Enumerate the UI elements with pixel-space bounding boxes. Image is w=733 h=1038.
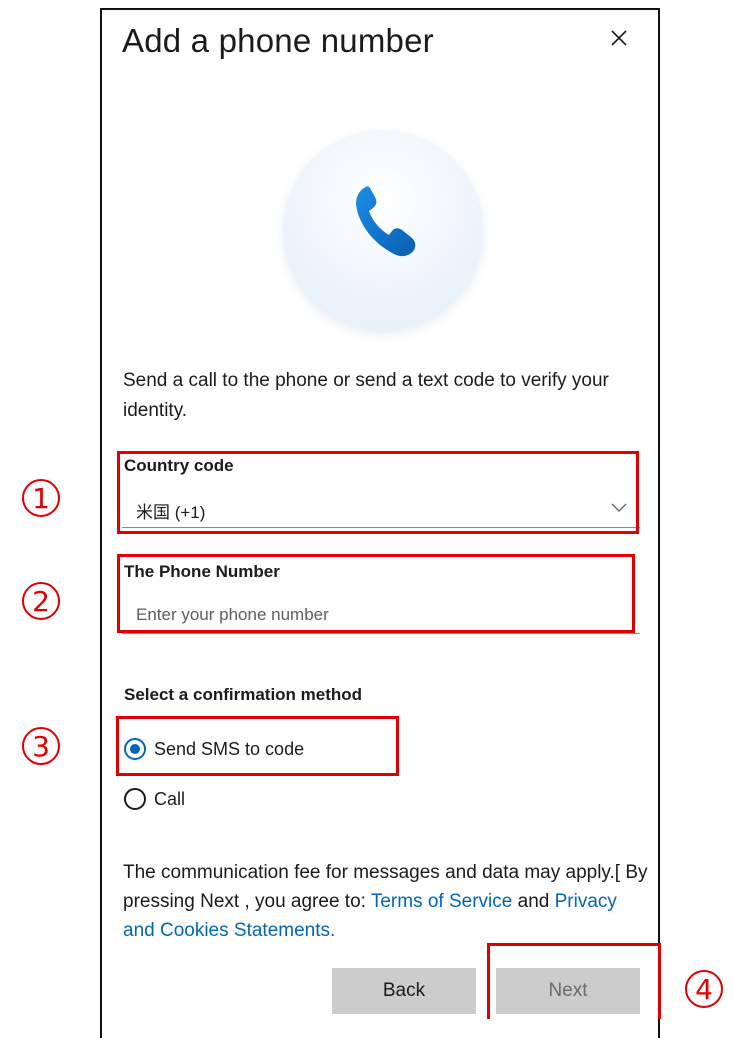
phone-number-label: The Phone Number: [124, 562, 280, 581]
marker-2: 2: [22, 582, 60, 620]
radio-option-sms[interactable]: Send SMS to code: [124, 738, 304, 760]
marker-4: 4: [685, 970, 723, 1008]
phone-icon: [356, 186, 416, 257]
radio-sms-selected[interactable]: [124, 738, 146, 760]
marker-1: 1: [22, 479, 60, 517]
intro-text: Send a call to the phone or send a text …: [123, 370, 609, 421]
marker-3: 3: [22, 727, 60, 765]
radio-call[interactable]: [124, 788, 146, 810]
confirmation-method-label: Select a confirmation method: [124, 685, 363, 704]
close-icon[interactable]: [607, 26, 631, 50]
radio-call-label: Call: [154, 788, 186, 809]
country-code-select[interactable]: 米国 (+1): [122, 490, 640, 528]
phone-number-input[interactable]: [122, 596, 640, 634]
fee-text-and: and: [512, 891, 555, 912]
radio-option-call[interactable]: Call: [124, 788, 185, 810]
fee-notice: The communication fee for messages and d…: [123, 858, 653, 945]
radio-sms-label: Send SMS to code: [154, 738, 305, 759]
back-button[interactable]: Back: [332, 968, 476, 1014]
country-code-label: Country code: [124, 456, 234, 475]
dialog-title: Add a phone number: [122, 22, 434, 59]
next-button[interactable]: Next: [496, 968, 640, 1014]
chevron-down-icon: [611, 503, 627, 512]
country-code-value: 米国 (+1): [136, 503, 206, 522]
terms-link[interactable]: Terms of Service: [371, 891, 512, 912]
